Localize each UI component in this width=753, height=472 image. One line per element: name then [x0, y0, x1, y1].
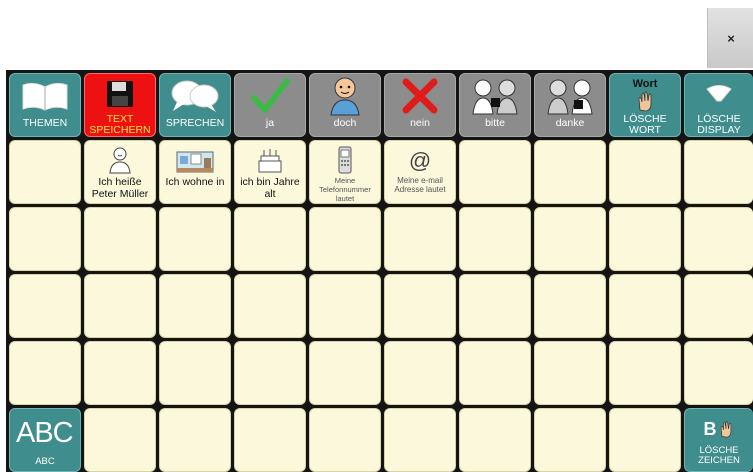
empty-cell[interactable]	[384, 274, 456, 338]
phrase-telefon-cell[interactable]: Meine Telefonnummer lautet	[309, 140, 381, 204]
loesche-display-button[interactable]: LÖSCHE DISPLAY	[684, 73, 753, 137]
nein-button[interactable]: nein	[384, 73, 456, 137]
sprechen-button[interactable]: SPRECHEN	[159, 73, 231, 137]
eraser-icon	[685, 74, 753, 114]
text-speichern-button[interactable]: TEXT SPEICHERN	[84, 73, 156, 137]
empty-cell[interactable]	[534, 140, 606, 204]
empty-cell[interactable]	[9, 274, 81, 338]
at-sign-icon: @	[408, 148, 432, 173]
mobile-phone-icon	[310, 144, 380, 174]
empty-cell[interactable]	[609, 341, 681, 405]
empty-cell[interactable]	[534, 274, 606, 338]
empty-cell[interactable]	[459, 274, 531, 338]
hand-icon	[638, 91, 652, 112]
close-button[interactable]: ×	[707, 8, 753, 68]
cross-icon	[385, 74, 455, 118]
birthday-cake-icon	[235, 144, 305, 174]
phrase-name-cell[interactable]: Ich heiße Peter Müller	[84, 140, 156, 204]
empty-cell[interactable]	[384, 408, 456, 472]
themen-button[interactable]: THEMEN	[9, 73, 81, 137]
close-icon: ×	[727, 30, 735, 46]
empty-cell[interactable]	[159, 274, 231, 338]
empty-cell[interactable]	[459, 207, 531, 271]
empty-cell[interactable]	[309, 207, 381, 271]
empty-cell[interactable]	[159, 207, 231, 271]
empty-cell[interactable]	[609, 207, 681, 271]
empty-cell[interactable]	[609, 274, 681, 338]
empty-cell[interactable]	[234, 408, 306, 472]
loesche-wort-button[interactable]: Wort LÖSCHE WORT	[609, 73, 681, 137]
delete-character-icon: B	[704, 412, 735, 446]
delete-word-icon: Wort	[610, 74, 680, 114]
empty-cell[interactable]	[309, 408, 381, 472]
bitte-button[interactable]: bitte	[459, 73, 531, 137]
empty-cell[interactable]	[234, 274, 306, 338]
empty-cell[interactable]	[84, 207, 156, 271]
floppy-disk-icon	[85, 74, 155, 114]
danke-button[interactable]: danke	[534, 73, 606, 137]
empty-cell[interactable]	[159, 408, 231, 472]
empty-cell[interactable]	[459, 408, 531, 472]
empty-cell[interactable]	[534, 408, 606, 472]
phrase-alter-cell[interactable]: ich bin Jahre alt	[234, 140, 306, 204]
speech-bubbles-icon	[160, 74, 230, 118]
abc-keyboard-button[interactable]: ABC ABC	[9, 408, 81, 472]
empty-cell[interactable]	[84, 274, 156, 338]
empty-cell[interactable]	[609, 140, 681, 204]
empty-cell[interactable]	[159, 341, 231, 405]
ja-button[interactable]: ja	[234, 73, 306, 137]
phrase-wohne-cell[interactable]: Ich wohne in	[159, 140, 231, 204]
empty-cell[interactable]	[84, 341, 156, 405]
empty-cell[interactable]	[609, 408, 681, 472]
person-smiling-icon	[85, 144, 155, 174]
empty-cell[interactable]	[684, 341, 753, 405]
doch-button[interactable]: doch	[309, 73, 381, 137]
hand-icon	[720, 421, 731, 438]
empty-cell[interactable]	[684, 140, 753, 204]
empty-cell[interactable]	[234, 207, 306, 271]
two-people-giving-icon	[460, 74, 530, 118]
person-icon	[310, 74, 380, 118]
phrase-email-cell[interactable]: @ Meine e-mail Adresse lautet	[384, 140, 456, 204]
empty-cell[interactable]	[684, 274, 753, 338]
empty-cell[interactable]	[9, 341, 81, 405]
empty-cell[interactable]	[9, 140, 81, 204]
empty-cell[interactable]	[84, 408, 156, 472]
loesche-zeichen-button[interactable]: B LÖSCHE ZEICHEN	[684, 408, 753, 472]
empty-cell[interactable]	[459, 140, 531, 204]
empty-cell[interactable]	[384, 341, 456, 405]
empty-cell[interactable]	[459, 341, 531, 405]
empty-cell[interactable]	[534, 207, 606, 271]
symbol-board: THEMEN TEXT SPEICHERN SPRECHEN ja doch n…	[6, 70, 753, 472]
open-book-icon	[10, 74, 80, 118]
empty-cell[interactable]	[309, 274, 381, 338]
empty-cell[interactable]	[9, 207, 81, 271]
empty-cell[interactable]	[234, 341, 306, 405]
house-room-icon	[160, 144, 230, 174]
checkmark-icon	[235, 74, 305, 118]
empty-cell[interactable]	[684, 207, 753, 271]
empty-cell[interactable]	[384, 207, 456, 271]
empty-cell[interactable]	[309, 341, 381, 405]
two-people-thanks-icon	[535, 74, 605, 118]
empty-cell[interactable]	[534, 341, 606, 405]
